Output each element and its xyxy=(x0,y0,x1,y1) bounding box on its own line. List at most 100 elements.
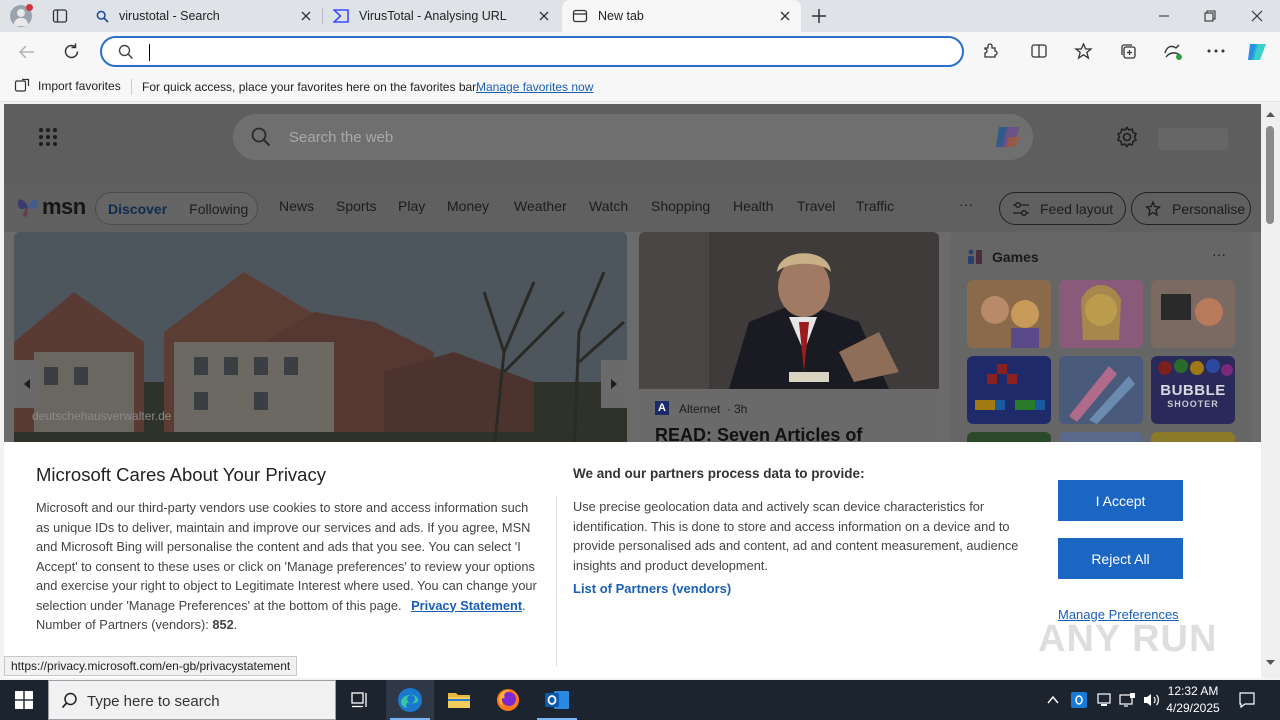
show-hidden-icons-chevron-icon[interactable] xyxy=(1046,693,1060,707)
minimize-icon[interactable] xyxy=(1156,8,1172,24)
sign-in-placeholder[interactable] xyxy=(1158,128,1228,150)
performance-icon[interactable] xyxy=(1163,42,1183,61)
search-icon xyxy=(118,44,134,60)
data-purposes-text: Use precise geolocation data and activel… xyxy=(573,499,1019,573)
feed-layout-button[interactable]: Feed layout xyxy=(999,192,1126,225)
close-window-icon[interactable] xyxy=(1249,8,1265,24)
import-icon xyxy=(14,78,30,94)
address-input[interactable] xyxy=(148,42,928,62)
copilot-icon[interactable] xyxy=(1245,40,1269,64)
article-card[interactable]: A Alternet · 3h READ: Seven Articles of xyxy=(639,232,939,452)
close-tab-icon[interactable] xyxy=(777,8,793,24)
import-favorites-button[interactable]: Import favorites xyxy=(14,78,121,94)
tab-virustotal-analysing[interactable]: VirusTotal - Analysing URL xyxy=(323,0,560,32)
tab-title: VirusTotal - Analysing URL xyxy=(359,9,507,23)
apps-grid-icon[interactable] xyxy=(38,127,58,147)
close-tab-icon[interactable] xyxy=(298,8,314,24)
taskbar-search-input[interactable] xyxy=(87,691,327,711)
page-scrollbar[interactable] xyxy=(1261,104,1280,678)
list-of-partners-link[interactable]: List of Partners (vendors) xyxy=(573,581,731,596)
favorites-bar: Import favorites For quick access, place… xyxy=(0,72,1280,102)
privacy-paragraph: Microsoft and our third-party vendors us… xyxy=(36,500,537,613)
new-tab-page-icon xyxy=(572,8,588,24)
outlook-tray-icon[interactable] xyxy=(1071,692,1087,708)
i-accept-button[interactable]: I Accept xyxy=(1058,480,1183,521)
restore-icon[interactable] xyxy=(1202,8,1218,24)
collections-icon[interactable] xyxy=(1119,42,1138,61)
task-view-button[interactable] xyxy=(336,680,384,720)
address-bar[interactable] xyxy=(100,36,964,67)
tab-following[interactable]: Following xyxy=(189,201,248,217)
nav-sports[interactable]: Sports xyxy=(336,198,376,214)
tab-discover[interactable]: Discover xyxy=(108,201,167,217)
nav-more-icon[interactable]: ··· xyxy=(959,196,973,212)
notifications-icon[interactable] xyxy=(1238,691,1256,709)
sliders-icon xyxy=(1012,201,1030,217)
settings-gear-icon[interactable] xyxy=(1116,126,1138,148)
close-tab-icon[interactable] xyxy=(536,8,552,24)
nav-weather[interactable]: Weather xyxy=(514,198,567,214)
nav-play[interactable]: Play xyxy=(398,198,425,214)
split-screen-icon[interactable] xyxy=(1030,42,1048,60)
tab-actions-icon[interactable] xyxy=(52,8,68,24)
new-tab-plus-icon[interactable] xyxy=(810,7,828,25)
refresh-icon[interactable] xyxy=(62,42,81,61)
hero-news-card[interactable]: deutschehausverwalter.de xyxy=(14,232,627,452)
chevron-left-icon xyxy=(24,379,30,389)
partners-count: 852 xyxy=(212,617,234,632)
tab-title: virustotal - Search xyxy=(119,9,220,23)
profile-avatar[interactable] xyxy=(10,4,33,27)
web-search-box[interactable] xyxy=(233,114,1033,160)
personalise-button[interactable]: Personalise xyxy=(1131,192,1251,225)
nav-watch[interactable]: Watch xyxy=(589,198,628,214)
article-dot: · xyxy=(727,402,731,416)
tab-strip: virustotal - Search VirusTotal - Analysi… xyxy=(0,0,1280,32)
nav-money[interactable]: Money xyxy=(447,198,489,214)
feed-tab-group: Discover Following xyxy=(95,192,258,225)
privacy-title: Microsoft Cares About Your Privacy xyxy=(36,464,326,485)
taskbar-outlook[interactable] xyxy=(533,680,581,720)
favorites-star-icon[interactable] xyxy=(1074,42,1093,61)
carousel-prev-button[interactable] xyxy=(14,360,40,408)
system-clock[interactable]: 12:32 AM 4/29/2025 xyxy=(1158,683,1228,717)
feed-layout-label: Feed layout xyxy=(1040,200,1114,217)
game-tile[interactable] xyxy=(967,356,1051,424)
reject-all-button[interactable]: Reject All xyxy=(1058,538,1183,579)
nav-travel[interactable]: Travel xyxy=(797,198,835,214)
web-search-input[interactable] xyxy=(289,126,969,148)
folder-icon xyxy=(448,693,470,708)
taskbar-firefox[interactable] xyxy=(484,680,532,720)
msn-logo[interactable]: msn xyxy=(16,194,86,220)
back-arrow-icon[interactable] xyxy=(18,43,36,61)
game-tile[interactable] xyxy=(967,280,1051,348)
game-tile[interactable] xyxy=(1151,280,1235,348)
taskbar-search-box[interactable] xyxy=(48,680,336,720)
bubble-title-line1: BUBBLE xyxy=(1160,382,1226,399)
taskbar-file-explorer[interactable] xyxy=(435,680,483,720)
partners-label: Number of Partners (vendors): xyxy=(36,617,209,632)
game-tile-bubble-shooter[interactable]: BUBBLE SHOOTER xyxy=(1151,356,1235,424)
copilot-icon[interactable] xyxy=(993,123,1023,151)
games-more-icon[interactable]: ··· xyxy=(1212,246,1226,262)
network-icon[interactable] xyxy=(1119,692,1136,708)
device-tray-icon[interactable] xyxy=(1096,692,1112,708)
nav-traffic[interactable]: Traffic xyxy=(856,198,894,214)
period: . xyxy=(522,597,526,613)
nav-shopping[interactable]: Shopping xyxy=(651,198,710,214)
article-image xyxy=(639,232,939,389)
msn-navigation: msn Discover Following News Sports Play … xyxy=(4,184,1261,232)
extensions-icon[interactable] xyxy=(982,42,1000,60)
nav-news[interactable]: News xyxy=(279,198,314,214)
nav-health[interactable]: Health xyxy=(733,198,773,214)
tab-virustotal-search[interactable]: virustotal - Search xyxy=(86,0,322,32)
taskbar-edge[interactable] xyxy=(386,680,434,720)
game-tile[interactable] xyxy=(1059,356,1143,424)
tab-new-tab[interactable]: New tab xyxy=(562,0,801,32)
carousel-next-button[interactable] xyxy=(601,360,627,408)
more-options-icon[interactable] xyxy=(1207,49,1225,53)
alternet-logo-icon: A xyxy=(655,401,669,415)
manage-favorites-link[interactable]: Manage favorites now xyxy=(476,80,593,94)
privacy-statement-link[interactable]: Privacy Statement xyxy=(411,598,522,613)
game-tile[interactable] xyxy=(1059,280,1143,348)
start-button[interactable] xyxy=(0,680,48,720)
